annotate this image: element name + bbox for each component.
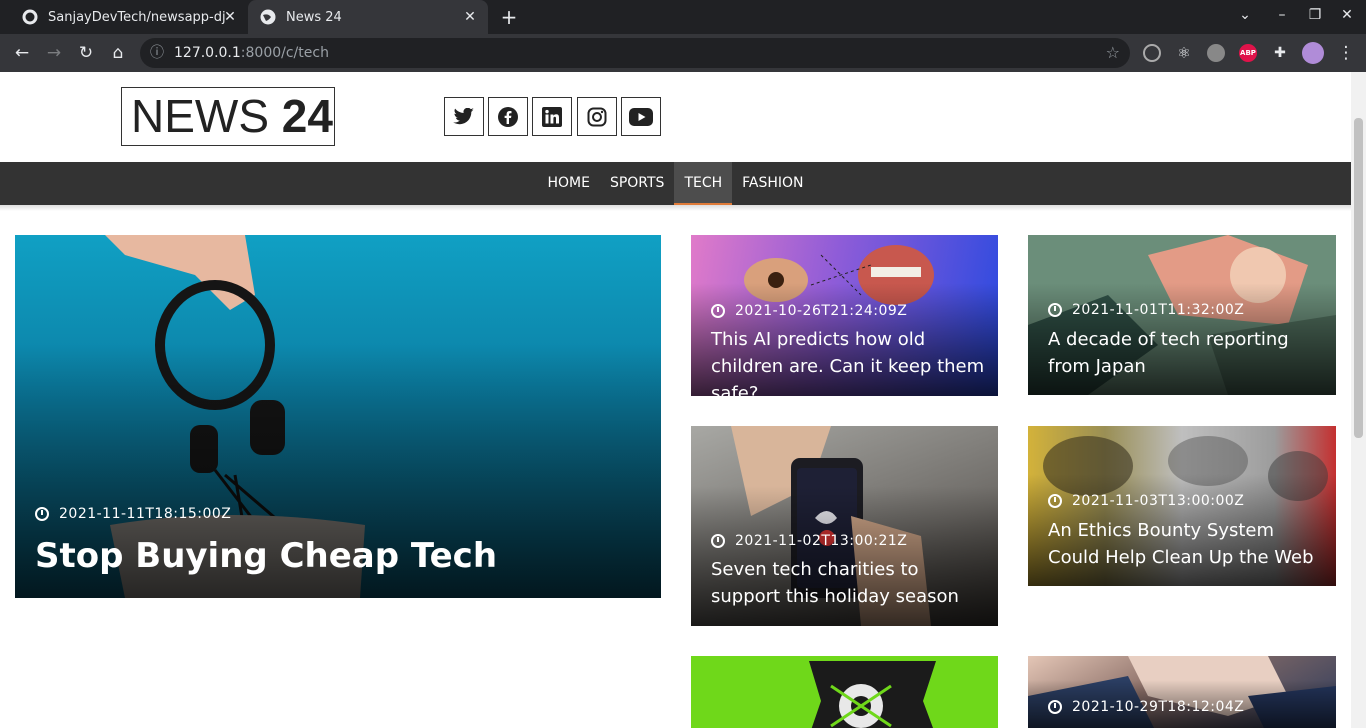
youtube-icon[interactable] [621,97,661,136]
date-text: 2021-11-11T18:15:00Z [59,506,232,522]
maximize-button[interactable]: ❐ [1305,7,1325,23]
browser-tab-news24[interactable]: News 24 ✕ [248,0,488,34]
date-text: 2021-11-02T13:00:21Z [735,533,908,549]
article-title[interactable]: A decade of tech reporting from Japan [1048,326,1324,380]
reload-icon[interactable]: ↻ [76,43,96,63]
clock-icon [1048,700,1062,714]
browser-tab-bar: SanjayDevTech/newsapp-djan ✕ News 24 ✕ +… [0,0,1366,34]
facebook-icon[interactable] [488,97,528,136]
avatar-icon[interactable] [1302,42,1324,64]
scrollbar-thumb[interactable] [1354,118,1363,438]
article-card[interactable]: 2021-11-03T13:00:00Z An Ethics Bounty Sy… [1028,426,1336,586]
twitter-icon[interactable] [444,97,484,136]
address-bar[interactable]: ⓘ 127.0.0.1:8000/c/tech ☆ [140,38,1130,68]
nav-shadow [0,205,1351,211]
github-icon [22,9,38,25]
article-title[interactable]: This AI predicts how old children are. C… [711,326,986,396]
gecko-icon[interactable] [1207,44,1225,62]
clock-icon [1048,303,1062,317]
article-title[interactable]: Stop Buying Cheap Tech [35,534,649,578]
article-card[interactable]: 2021-10-26T21:24:09Z This AI predicts ho… [691,235,998,396]
article-image [809,661,936,728]
tab-search-icon[interactable]: ⌄ [1235,7,1255,23]
abp-icon[interactable]: ABP [1239,44,1257,62]
tab-title: SanjayDevTech/newsapp-djan [48,9,226,25]
radio-icon[interactable] [1143,44,1161,62]
home-icon[interactable]: ⌂ [108,43,128,63]
featured-article-card[interactable]: 2021-11-11T18:15:00Z Stop Buying Cheap T… [15,235,661,598]
site-logo[interactable]: NEWS 24 [121,87,335,146]
react-icon[interactable]: ⚛ [1175,44,1193,62]
article-title[interactable]: An Ethics Bounty System Could Help Clean… [1048,517,1324,571]
article-date: 2021-11-02T13:00:21Z [711,533,907,549]
date-text: 2021-10-26T21:24:09Z [735,303,908,319]
linkedin-icon[interactable] [532,97,572,136]
browser-toolbar: ← → ↻ ⌂ ⓘ 127.0.0.1:8000/c/tech ☆ ⚛ ABP … [0,34,1366,72]
globe-icon [260,9,276,25]
close-window-button[interactable]: ✕ [1337,7,1357,23]
article-date: 2021-10-26T21:24:09Z [711,303,907,319]
article-date: 2021-10-29T18:12:04Z [1048,699,1244,715]
site-info-icon[interactable]: ⓘ [150,38,164,68]
clock-icon [711,304,725,318]
nav-item-home[interactable]: HOME [537,162,599,205]
nav-item-tech[interactable]: TECH [674,162,733,205]
article-date: 2021-11-01T11:32:00Z [1048,302,1244,318]
close-tab-icon[interactable]: ✕ [462,9,478,25]
back-icon[interactable]: ← [12,43,32,63]
forward-icon[interactable]: → [44,43,64,63]
article-card[interactable]: 2021-11-01T11:32:00Z A decade of tech re… [1028,235,1336,395]
date-text: 2021-11-01T11:32:00Z [1072,302,1245,318]
article-title[interactable]: Seven tech charities to support this hol… [711,556,986,610]
article-date: 2021-11-03T13:00:00Z [1048,493,1244,509]
date-text: 2021-11-03T13:00:00Z [1072,493,1245,509]
article-card[interactable] [691,656,998,728]
url-path: :8000/c/tech [240,45,329,61]
bookmark-star-icon[interactable]: ☆ [1106,38,1120,68]
nav-item-sports[interactable]: SPORTS [600,162,675,205]
page-scrollbar[interactable] [1351,72,1366,728]
logo-number: 24 [281,90,333,142]
logo-text: NEWS [131,90,282,142]
close-tab-icon[interactable]: ✕ [222,9,238,25]
clock-icon [1048,494,1062,508]
menu-icon[interactable]: ⋮ [1336,43,1356,63]
clock-icon [711,534,725,548]
puzzle-icon[interactable]: ✚ [1271,44,1289,62]
instagram-icon[interactable] [577,97,617,136]
url-host: 127.0.0.1 [174,45,241,61]
nav-item-fashion[interactable]: FASHION [732,162,813,205]
article-date: 2021-11-11T18:15:00Z [35,506,231,522]
minimize-button[interactable]: – [1272,7,1292,23]
clock-icon [35,507,49,521]
main-nav: HOME SPORTS TECH FASHION [0,162,1351,205]
article-card[interactable]: 2021-11-02T13:00:21Z Seven tech charitie… [691,426,998,626]
browser-tab-github[interactable]: SanjayDevTech/newsapp-djan ✕ [10,0,248,34]
new-tab-button[interactable]: + [498,7,520,27]
tab-title: News 24 [286,9,342,25]
article-card[interactable]: 2021-10-29T18:12:04Z [1028,656,1336,728]
date-text: 2021-10-29T18:12:04Z [1072,699,1245,715]
web-page: NEWS 24 HOME SPORTS TECH FASHION 2021-11… [0,72,1351,728]
